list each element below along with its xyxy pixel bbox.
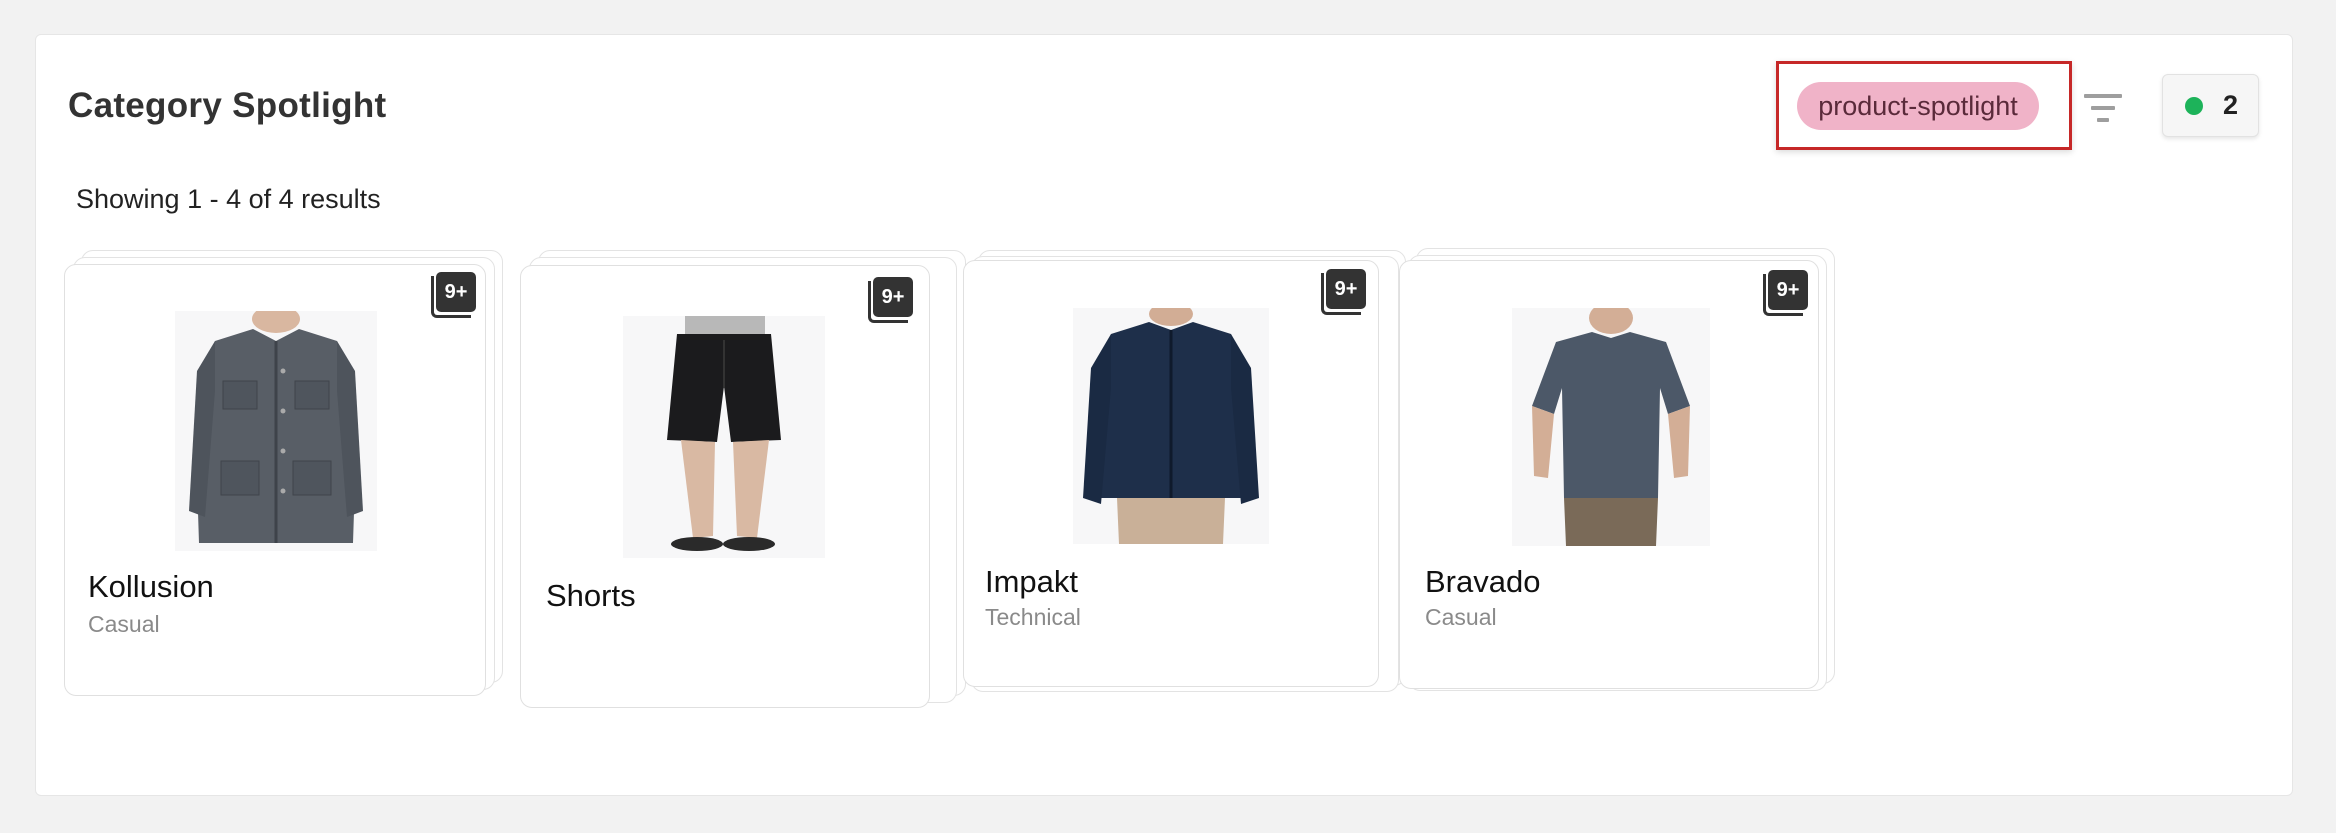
stack-count-badge: 9+	[1321, 269, 1367, 315]
filter-icon	[2084, 94, 2122, 122]
gray-tshirt-icon	[1532, 308, 1690, 546]
product-name: Bravado	[1425, 564, 1541, 599]
product-card[interactable]: 9+ Impakt Technical	[963, 260, 1379, 687]
filter-button[interactable]	[2082, 88, 2126, 128]
product-image	[1073, 308, 1269, 544]
results-count: Showing 1 - 4 of 4 results	[76, 184, 381, 214]
product-name: Kollusion	[88, 569, 214, 604]
navy-jacket-icon	[1083, 308, 1259, 544]
product-card[interactable]: 9+ Shorts	[520, 265, 930, 708]
product-image	[175, 311, 377, 551]
product-image	[623, 316, 825, 558]
product-image	[1512, 308, 1710, 546]
stack-count-badge: 9+	[868, 277, 914, 323]
status-dot-icon	[2185, 97, 2203, 115]
page-title: Category Spotlight	[68, 86, 387, 125]
product-category: Technical	[985, 604, 1081, 630]
gray-jacket-icon	[189, 311, 363, 543]
black-shorts-icon	[667, 316, 781, 551]
product-card[interactable]: 9+ Bravado Casual	[1399, 260, 1819, 689]
stack-count-badge: 9+	[1763, 270, 1809, 316]
tag-chip[interactable]: product-spotlight	[1797, 82, 2039, 130]
status-count: 2	[2223, 90, 2239, 120]
stack-count-badge: 9+	[431, 272, 477, 318]
product-category: Casual	[88, 611, 160, 637]
product-card[interactable]: 9+ Kollusion Casual	[64, 264, 486, 696]
product-name: Shorts	[546, 578, 636, 613]
product-name: Impakt	[985, 564, 1079, 599]
status-count-button[interactable]: 2	[2162, 74, 2259, 137]
product-category: Casual	[1425, 604, 1497, 630]
